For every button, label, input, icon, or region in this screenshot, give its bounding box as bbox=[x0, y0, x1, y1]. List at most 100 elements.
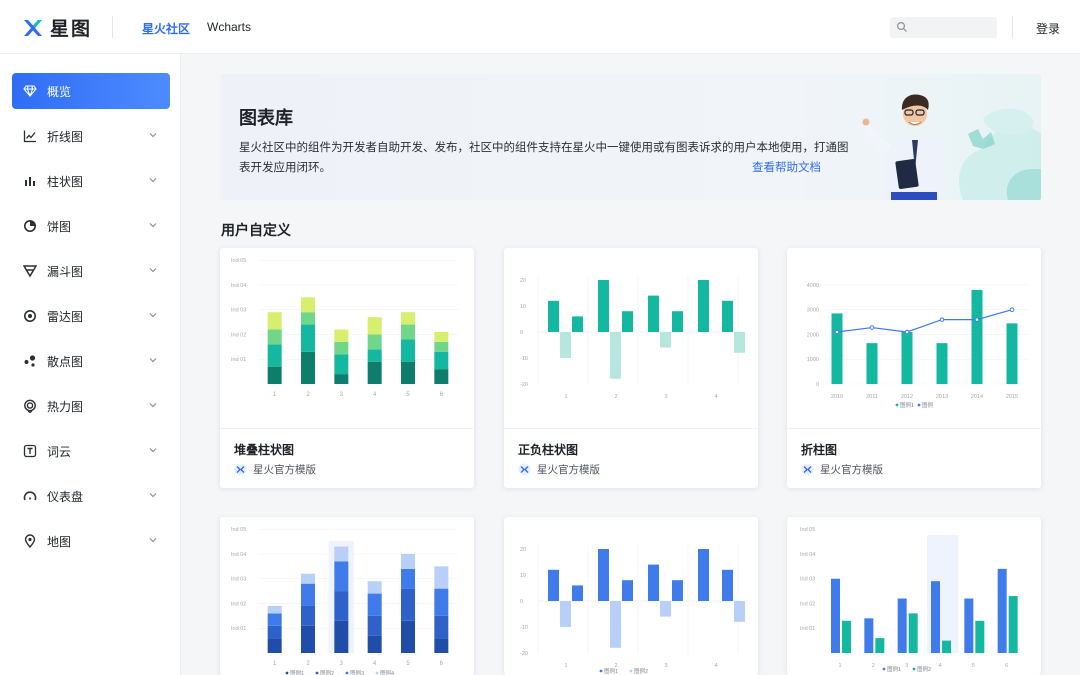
chart-preview: Ind 01 Ind 02 Ind 03 Ind 04 Ind 05 1 2 3 4 5 6 图例1 图… bbox=[231, 527, 458, 675]
x-tick-label: 3 bbox=[905, 663, 908, 669]
x-tick-label: 2013 bbox=[936, 394, 948, 400]
map-pin-icon bbox=[23, 534, 37, 548]
sidebar-item-pie-chart[interactable]: 饼图 bbox=[12, 208, 170, 244]
x-tick-label: 2010 bbox=[831, 394, 843, 400]
sidebar-item-label: 概览 bbox=[47, 84, 72, 99]
y-tick-label: 10 bbox=[520, 573, 526, 579]
chart-card-grouped-bar[interactable]: Ind 01 Ind 02 Ind 03 Ind 04 Ind 05 1 2 3 4 5 6 图例1 图… bbox=[787, 517, 1041, 675]
x-tick-label: 6 bbox=[1005, 663, 1008, 669]
sidebar-item-wordcloud[interactable]: 词云 bbox=[12, 433, 170, 469]
stacked-bar-segment bbox=[267, 312, 282, 330]
sidebar-item-scatter[interactable]: 散点图 bbox=[12, 343, 170, 379]
bar bbox=[648, 564, 659, 601]
bar bbox=[572, 316, 583, 332]
legend-swatch bbox=[315, 671, 319, 675]
sidebar-item-line-chart[interactable]: 折线图 bbox=[12, 118, 170, 154]
stacked-bar-segment bbox=[434, 369, 449, 384]
stacked-bar-segment bbox=[334, 561, 349, 592]
chart-card-bar-line[interactable]: 0 1000 2000 3000 4000 2010 2011 2012 2013 2014 201… bbox=[787, 248, 1041, 488]
sidebar-item-funnel[interactable]: 漏斗图 bbox=[12, 253, 170, 289]
stacked-bar-segment bbox=[434, 351, 449, 370]
pie-chart-icon bbox=[23, 219, 37, 233]
sidebar-item-label: 仪表盘 bbox=[47, 489, 84, 504]
chevron-down-icon bbox=[149, 538, 157, 543]
stacked-bar-segment bbox=[434, 341, 449, 352]
stacked-bar-segment bbox=[267, 605, 282, 614]
sidebar-item-label: 热力图 bbox=[47, 399, 84, 414]
help-docs-link[interactable]: 查看帮助文档 bbox=[752, 159, 821, 175]
y-tick-label: 4000 bbox=[807, 283, 819, 289]
bar bbox=[572, 585, 583, 601]
y-tick-label: Ind 05 bbox=[231, 527, 246, 533]
legend-label: 图例1 bbox=[604, 667, 618, 675]
bar bbox=[931, 581, 940, 653]
bar bbox=[908, 613, 918, 653]
chevron-down-icon bbox=[149, 313, 157, 318]
sidebar-item-label: 散点图 bbox=[47, 354, 84, 369]
sidebar-item-map[interactable]: 地图 bbox=[12, 523, 170, 559]
card-author: 星火官方模版 bbox=[801, 462, 883, 477]
x-tick-label: 3 bbox=[664, 394, 667, 400]
stacked-bar-segment bbox=[301, 573, 315, 584]
bar bbox=[548, 569, 559, 601]
nav-xinghuo-community[interactable]: 星火社区 bbox=[142, 20, 190, 37]
y-tick-label: 20 bbox=[520, 278, 526, 284]
chevron-down-icon bbox=[149, 403, 157, 408]
login-button[interactable]: 登录 bbox=[1036, 20, 1060, 37]
bar bbox=[864, 618, 874, 653]
x-tick-label: 4 bbox=[938, 663, 941, 669]
bar bbox=[622, 580, 633, 601]
legend-swatch bbox=[882, 667, 886, 671]
scatter-icon bbox=[23, 354, 37, 368]
bar bbox=[672, 311, 683, 332]
x-tick-label: 6 bbox=[440, 392, 444, 398]
sidebar-item-overview[interactable]: 概览 bbox=[12, 73, 170, 109]
x-tick-label: 2 bbox=[614, 394, 617, 400]
chart-card-stacked-bar[interactable]: Ind 01 Ind 02 Ind 03 Ind 04 Ind 05 1 2 3 4 5 6 堆叠柱… bbox=[220, 248, 474, 488]
x-tick-label: 4 bbox=[373, 661, 377, 667]
x-tick-label: 4 bbox=[714, 663, 717, 669]
legend-label: 图例1 bbox=[900, 401, 914, 409]
sidebar-item-heatmap[interactable]: 热力图 bbox=[12, 388, 170, 424]
bar bbox=[698, 549, 709, 601]
y-tick-label: 3000 bbox=[807, 308, 819, 314]
bar bbox=[610, 332, 621, 379]
legend-swatch bbox=[285, 671, 289, 675]
line-point bbox=[869, 325, 875, 330]
legend-swatch bbox=[912, 667, 916, 671]
chart-card-positive-negative-bar-blue[interactable]: 20 10 0 -10 -20 1 2 3 4 图例1 图例2 bbox=[504, 517, 758, 675]
y-tick-label: Ind 03 bbox=[800, 577, 815, 583]
y-tick-label: Ind 04 bbox=[231, 283, 246, 289]
bar bbox=[598, 280, 609, 332]
chevron-down-icon bbox=[149, 358, 157, 363]
search-input[interactable] bbox=[890, 17, 997, 38]
chevron-down-icon bbox=[149, 178, 157, 183]
x-tick-label: 5 bbox=[972, 663, 975, 669]
legend-label: 图例2 bbox=[634, 667, 648, 675]
stacked-bar-segment bbox=[367, 615, 382, 636]
chart-card-stacked-bar-blue[interactable]: Ind 01 Ind 02 Ind 03 Ind 04 Ind 05 1 2 3 4 5 6 图例1 图… bbox=[220, 517, 474, 675]
y-tick-label: 10 bbox=[520, 304, 526, 310]
bar bbox=[598, 549, 609, 601]
sidebar-item-radar[interactable]: 雷达图 bbox=[12, 298, 170, 334]
logo[interactable]: 星图 bbox=[22, 14, 92, 41]
sidebar-item-label: 地图 bbox=[47, 534, 72, 549]
sidebar-item-gauge[interactable]: 仪表盘 bbox=[12, 478, 170, 514]
stacked-bar-segment bbox=[334, 591, 349, 621]
stacked-bar-segment bbox=[401, 568, 415, 589]
stacked-bar-segment bbox=[401, 553, 415, 569]
y-tick-label: 1000 bbox=[807, 357, 819, 363]
y-tick-label: Ind 01 bbox=[800, 626, 815, 632]
chart-preview: 20100-10-201 2 3 4图例1 图例2 bbox=[520, 545, 745, 675]
chevron-down-icon bbox=[149, 268, 157, 273]
stacked-bar-segment bbox=[401, 312, 415, 325]
chart-card-positive-negative-bar[interactable]: 20 10 0 -10 -20 1 2 3 4 正负柱状图 星火官方模版 bbox=[504, 248, 758, 488]
legend-label: 图例2 bbox=[320, 669, 334, 675]
bar bbox=[660, 332, 671, 348]
sidebar-item-label: 折线图 bbox=[47, 129, 84, 144]
y-tick-label: Ind 05 bbox=[231, 258, 246, 264]
nav-wcharts[interactable]: Wcharts bbox=[207, 20, 251, 34]
bar bbox=[936, 343, 948, 384]
sidebar-item-bar-chart[interactable]: 柱状图 bbox=[12, 163, 170, 199]
legend-swatch bbox=[345, 671, 349, 675]
